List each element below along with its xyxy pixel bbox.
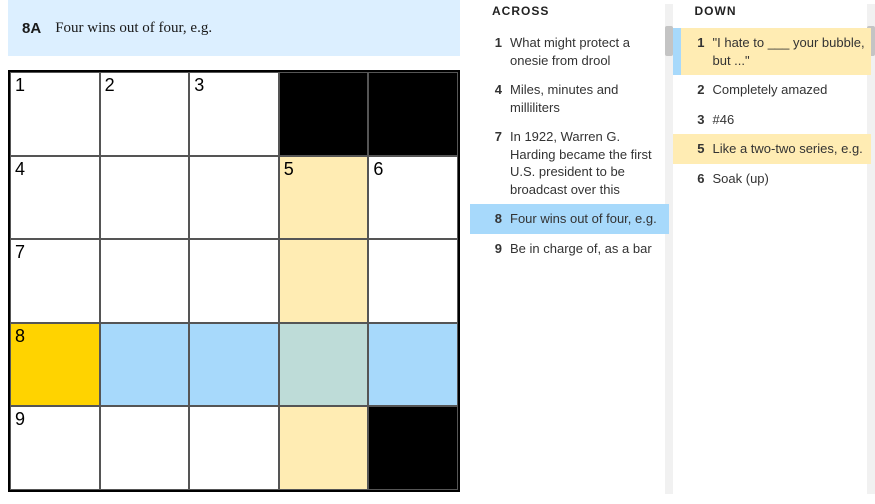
clue-text: Like a two-two series, e.g. [713,140,863,158]
grid-cell [368,406,458,490]
grid-cell[interactable] [189,406,279,490]
grid-cell[interactable] [368,323,458,407]
clue-text: Soak (up) [713,170,769,188]
clue-text: #46 [713,111,735,129]
down-clue-3[interactable]: 3 #46 [673,105,872,135]
grid-cell [368,72,458,156]
grid-cell[interactable] [189,323,279,407]
grid-cell[interactable]: 6 [368,156,458,240]
cell-number: 2 [105,75,115,96]
grid-cell[interactable] [279,239,369,323]
grid-cell[interactable]: 9 [10,406,100,490]
cell-number: 4 [15,159,25,180]
grid-cell[interactable] [189,239,279,323]
grid-cell [279,72,369,156]
grid-cell[interactable]: 2 [100,72,190,156]
grid-cell[interactable]: 7 [10,239,100,323]
grid-cell[interactable] [279,323,369,407]
across-clue-7[interactable]: 7In 1922, Warren G. Harding became the f… [470,122,669,204]
cell-number: 7 [15,242,25,263]
grid-cell[interactable] [100,239,190,323]
crossword-grid[interactable]: 1 2 3 4 5 6 7 8 9 [8,70,460,492]
cell-number: 8 [15,326,25,347]
clue-text: In 1922, Warren G. Harding became the fi… [510,128,663,198]
grid-cell[interactable]: 4 [10,156,100,240]
grid-cell[interactable] [189,156,279,240]
across-clue-9[interactable]: 9 Be in charge of, as a bar [470,234,669,264]
clue-text: What might protect a onesie from drool [510,34,663,69]
across-clue-1[interactable]: 1What might protect a onesie from drool [470,28,669,75]
across-clue-8[interactable]: 8 Four wins out of four, e.g. [470,204,669,234]
down-clue-list: 1"I hate to ___ your bubble, but ..." 2 Co… [673,28,872,193]
clue-number: 6 [687,170,705,188]
clue-number: 4 [484,81,502,116]
clue-number: 2 [687,81,705,99]
clue-number: 9 [484,240,502,258]
clue-number: 3 [687,111,705,129]
grid-cell[interactable] [100,406,190,490]
clue-text: Be in charge of, as a bar [510,240,652,258]
clue-text: Completely amazed [713,81,828,99]
clue-text: Miles, minutes and milliliters [510,81,663,116]
grid-cell[interactable]: 5 [279,156,369,240]
clue-text: "I hate to ___ your bubble, but ..." [713,34,866,69]
grid-cell[interactable]: 3 [189,72,279,156]
cell-number: 1 [15,75,25,96]
clue-number: 1 [484,34,502,69]
current-clue-bar: 8A Four wins out of four, e.g. [8,0,460,56]
down-clue-5[interactable]: 5 Like a two-two series, e.g. [673,134,872,164]
cell-number: 9 [15,409,25,430]
clue-number: 1 [687,34,705,69]
down-clue-1[interactable]: 1"I hate to ___ your bubble, but ..." [673,28,872,75]
cell-number: 5 [284,159,294,180]
clue-number: 5 [687,140,705,158]
current-clue-text: Four wins out of four, e.g. [55,20,212,37]
across-heading: ACROSS [470,4,669,28]
grid-cell[interactable]: 1 [10,72,100,156]
grid-cell[interactable] [368,239,458,323]
current-clue-number: 8A [22,20,41,37]
cell-number: 3 [194,75,204,96]
grid-cell[interactable] [279,406,369,490]
across-clue-4[interactable]: 4Miles, minutes and milliliters [470,75,669,122]
grid-cell[interactable] [100,156,190,240]
across-clue-list: 1What might protect a onesie from drool4… [470,28,669,263]
grid-cell[interactable] [100,323,190,407]
clue-text: Four wins out of four, e.g. [510,210,657,228]
down-clue-6[interactable]: 6 Soak (up) [673,164,872,194]
clue-number: 7 [484,128,502,198]
down-clue-2[interactable]: 2 Completely amazed [673,75,872,105]
grid-cell[interactable]: 8 [10,323,100,407]
clue-number: 8 [484,210,502,228]
down-heading: DOWN [673,4,872,28]
cell-number: 6 [373,159,383,180]
